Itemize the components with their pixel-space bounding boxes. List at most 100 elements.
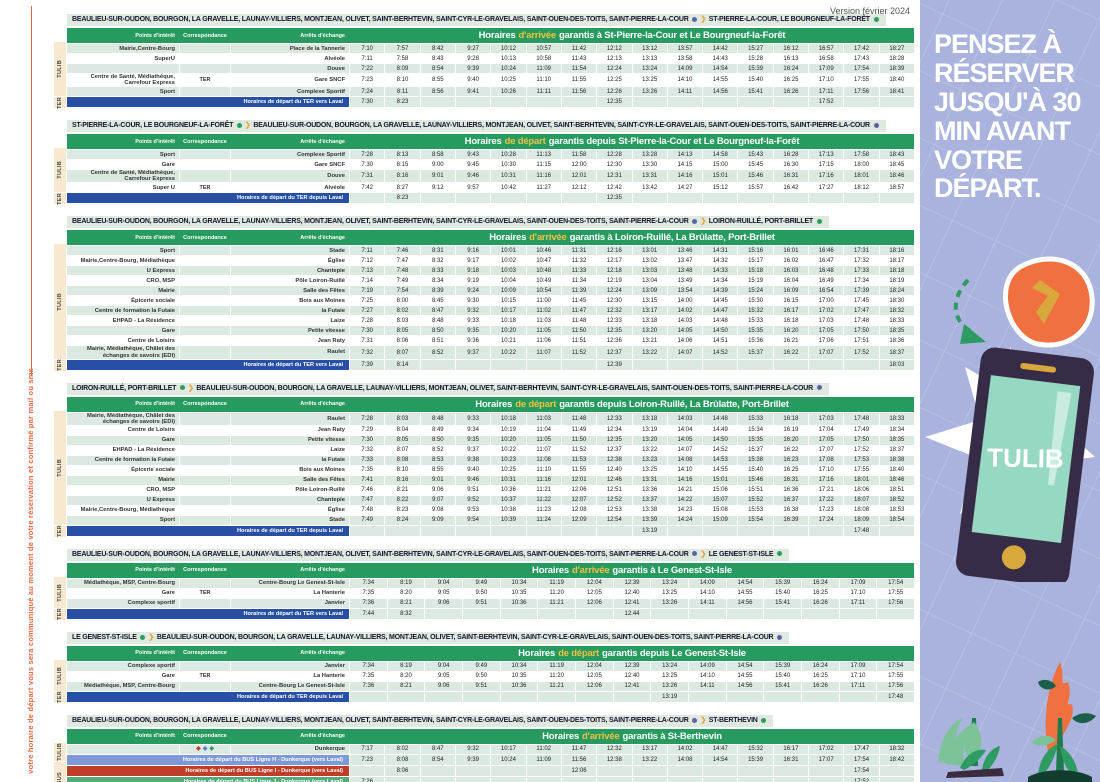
time-cell: 8:07 bbox=[385, 346, 419, 358]
time-cell: 12:32 bbox=[597, 745, 631, 754]
time-cell: 15:37 bbox=[738, 346, 772, 358]
poi-cell: Centre de formation la Futaie bbox=[67, 456, 179, 465]
time-cell: 8:08 bbox=[385, 456, 419, 465]
time-cell: 9:16 bbox=[456, 246, 490, 255]
stop-cell: la Futaie bbox=[231, 306, 349, 315]
time-cell: 17:05 bbox=[809, 326, 843, 335]
agency-label-text: TULIB bbox=[57, 667, 63, 685]
time-cell: 7:30 bbox=[350, 436, 384, 445]
time-cell: 8:55 bbox=[421, 466, 455, 475]
time-cell: 14:22 bbox=[668, 496, 702, 505]
line-diamond-icon: ◆ bbox=[203, 746, 208, 752]
time-cell: 15:01 bbox=[703, 170, 737, 182]
time-cell: 15:41 bbox=[738, 87, 772, 96]
time-cell: 15:53 bbox=[738, 506, 772, 515]
time-cell: 9:04 bbox=[425, 579, 462, 588]
time-cell: 9:50 bbox=[463, 589, 500, 598]
stop-cell: La Hanterie bbox=[231, 589, 349, 598]
correspondance-cell: TER bbox=[180, 74, 230, 86]
connection-time-cell bbox=[703, 193, 737, 203]
time-cell: 7:19 bbox=[350, 286, 384, 295]
timetable-row: CRO, MSPPôle Loiron-Ruillé7:468:219:069:… bbox=[67, 486, 914, 495]
correspondance-cell bbox=[180, 286, 230, 295]
poi-cell: Mairie,Centre-Bourg bbox=[67, 44, 179, 53]
time-cell: 18:52 bbox=[880, 496, 914, 505]
time-cell: 16:25 bbox=[774, 466, 808, 475]
time-cell: 9:45 bbox=[456, 160, 490, 169]
time-cell: 18:40 bbox=[880, 74, 914, 86]
time-cell: 9:17 bbox=[456, 256, 490, 265]
time-cell: 12:40 bbox=[614, 589, 651, 598]
time-cell: 11:31 bbox=[562, 246, 596, 255]
time-cell: 12:35 bbox=[597, 326, 631, 335]
time-cell: 15:33 bbox=[738, 413, 772, 425]
time-cell: 14:47 bbox=[703, 745, 737, 754]
connection-time-cell bbox=[844, 97, 878, 107]
connection-time-cell: 12:06 bbox=[562, 766, 596, 776]
connection-time-cell bbox=[491, 777, 525, 782]
timetable-row: Centre de formation la Futaiela Futaie7:… bbox=[67, 456, 914, 465]
time-cell: 13:22 bbox=[633, 346, 667, 358]
time-cell: 10:47 bbox=[527, 256, 561, 265]
col-header-arrets-echange: Arrêts d'échange bbox=[231, 646, 349, 661]
time-cell: 10:30 bbox=[491, 160, 525, 169]
time-cell: 13:23 bbox=[633, 456, 667, 465]
time-cell: 15:18 bbox=[738, 266, 772, 275]
time-cell: 10:13 bbox=[491, 54, 525, 63]
timetable-section: LOIRON-RUILLÉ, PORT-BRILLET ❯ BEAULIEU-S… bbox=[53, 377, 914, 537]
time-cell: 7:49 bbox=[350, 516, 384, 525]
time-cell: 9:53 bbox=[456, 506, 490, 515]
time-cell: 9:09 bbox=[421, 516, 455, 525]
time-cell: 13:24 bbox=[651, 662, 688, 671]
col-header-correspondance: Correspondance bbox=[180, 134, 230, 149]
timetable-row: Mairie, Médiathèque, Châlet des échanges… bbox=[67, 413, 914, 425]
connection-time-cell: 7:44 bbox=[350, 609, 387, 619]
connection-row: Horaires de départ du TER depuis Laval13… bbox=[67, 692, 914, 702]
time-cell: 13:25 bbox=[651, 589, 688, 598]
correspondance-cell bbox=[180, 64, 230, 73]
time-cell: 16:54 bbox=[809, 286, 843, 295]
timetable-header: Points d'intérêtCorrespondanceArrêts d'é… bbox=[67, 397, 914, 412]
time-cell: 18:41 bbox=[880, 87, 914, 96]
connection-time-cell bbox=[421, 360, 455, 370]
timetable: Points d'intérêtCorrespondanceArrêts d'é… bbox=[67, 397, 914, 537]
time-cell: 18:54 bbox=[880, 516, 914, 525]
connection-time-cell bbox=[774, 526, 808, 536]
time-cell: 7:10 bbox=[350, 44, 384, 53]
connection-time-cell bbox=[491, 360, 525, 370]
time-cell: 16:57 bbox=[809, 44, 843, 53]
connection-time-cell bbox=[527, 193, 561, 203]
time-cell: 14:06 bbox=[668, 336, 702, 345]
connection-time-cell bbox=[727, 692, 764, 702]
connection-time-cell: 13:19 bbox=[651, 692, 688, 702]
route-from: BEAULIEU-SUR-OUDON, BOURGON, LA GRAVELLE… bbox=[72, 551, 690, 558]
poi-cell: CRO, MSP bbox=[67, 486, 179, 495]
time-cell: 13:02 bbox=[633, 256, 667, 265]
timetable-row: U ExpressChantepie7:478:229:079:5210:371… bbox=[67, 496, 914, 505]
connection-time-cell bbox=[738, 193, 772, 203]
connection-label-bar: Horaires de départ du TER vers Laval bbox=[67, 609, 349, 619]
time-cell: 7:30 bbox=[350, 326, 384, 335]
time-cell: 16:30 bbox=[774, 160, 808, 169]
time-cell: 10:37 bbox=[491, 496, 525, 505]
time-cell: 16:39 bbox=[774, 516, 808, 525]
correspondance-cell bbox=[180, 436, 230, 445]
time-cell: 14:54 bbox=[703, 64, 737, 73]
header-caption-highlight: de départ bbox=[558, 648, 599, 659]
connection-time-cell bbox=[809, 360, 843, 370]
time-cell: 17:56 bbox=[844, 87, 878, 96]
route-title: LE GENEST-ST-ISLE ❯ BEAULIEU-SUR-OUDON, … bbox=[67, 632, 789, 644]
time-cell: 15:17 bbox=[738, 256, 772, 265]
poi-cell: Centre de formation la Futaie bbox=[67, 306, 179, 315]
poi-cell: Sport bbox=[67, 516, 179, 525]
time-cell: 14:31 bbox=[703, 246, 737, 255]
time-cell: 12:06 bbox=[576, 599, 613, 608]
time-cell: 14:55 bbox=[727, 589, 764, 598]
connection-time-cell bbox=[840, 692, 877, 702]
header-caption-post: garantis depuis Le Genest-St-Isle bbox=[602, 648, 746, 659]
time-cell: 9:00 bbox=[421, 160, 455, 169]
col-header-arrets-echange: Arrêts d'échange bbox=[231, 397, 349, 412]
time-cell: 10:38 bbox=[491, 506, 525, 515]
time-cell: 12:25 bbox=[597, 74, 631, 86]
time-cell: 10:36 bbox=[501, 682, 538, 691]
